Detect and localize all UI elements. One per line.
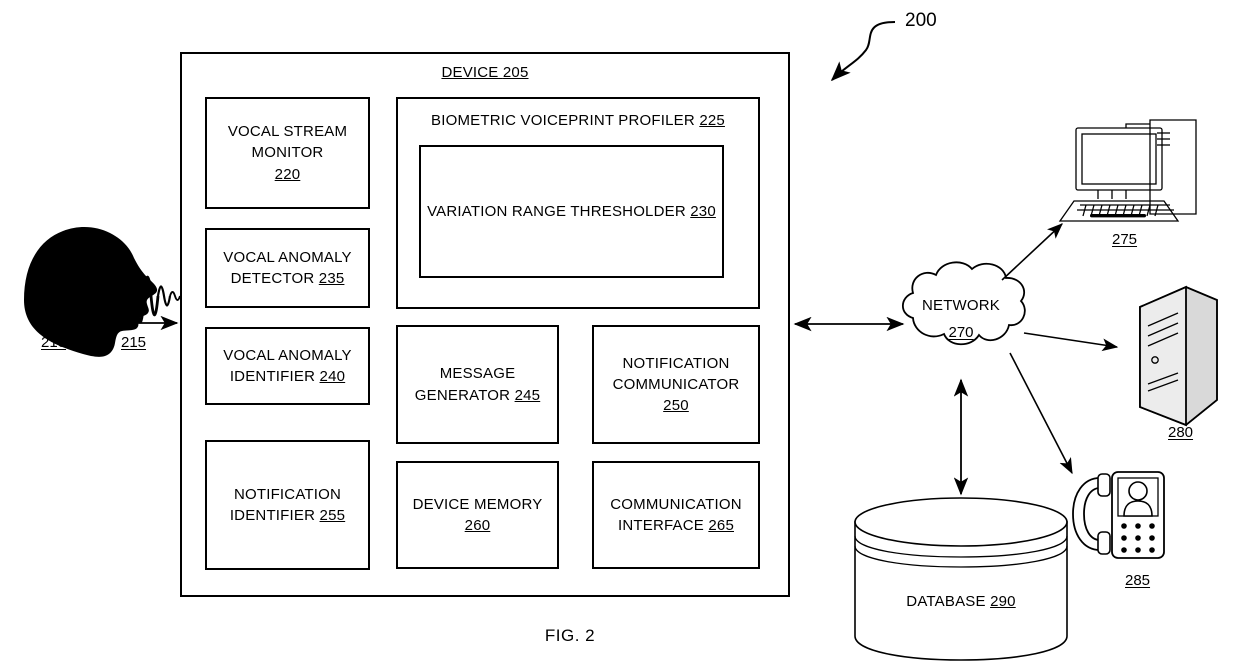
variation-range-thresholder-ref: 230 [690, 202, 716, 220]
message-generator-line-1: MESSAGE [439, 365, 516, 383]
figure-caption: FIG. 2 [544, 626, 596, 645]
network-server-arrow [1023, 332, 1119, 352]
biometric-voiceprint-profiler-ref: 225 [699, 112, 725, 129]
network-phone-arrow [1009, 352, 1073, 475]
vocal-stream-monitor-line-1: VOCAL STREAM [227, 123, 348, 141]
vocal-anomaly-detector-line-1: VOCAL ANOMALY [223, 248, 352, 266]
vocal-anomaly-detector-ref: 235 [318, 270, 345, 287]
biometric-voiceprint-profiler-title: BIOMETRIC VOICEPRINT PROFILER 225 [396, 112, 760, 129]
vocal-anomaly-detector-line-2: DETECTOR [230, 270, 315, 287]
vocal-anomaly-identifier-line-2: IDENTIFIER [229, 368, 316, 385]
communication-interface-line-2: INTERFACE [618, 517, 704, 534]
vocal-anomaly-detector-box[interactable]: VOCAL ANOMALY DETECTOR 235 [205, 228, 370, 308]
vocal-anomaly-identifier-ref: 240 [319, 368, 346, 385]
server-icon [1139, 285, 1218, 427]
notification-communicator-box[interactable]: NOTIFICATION COMMUNICATOR 250 [592, 325, 760, 444]
biometric-voiceprint-profiler-title-text: BIOMETRIC VOICEPRINT PROFILER [431, 112, 695, 129]
communication-interface-box[interactable]: COMMUNICATION INTERFACE 265 [592, 461, 760, 569]
database-label: DATABASE 290 [855, 593, 1067, 610]
vocal-anomaly-identifier-line-1: VOCAL ANOMALY [223, 346, 352, 364]
notification-identifier-line-2: IDENTIFIER [229, 507, 316, 524]
notification-identifier-ref: 255 [319, 507, 346, 524]
vocal-anomaly-identifier-box[interactable]: VOCAL ANOMALY IDENTIFIER 240 [205, 327, 370, 405]
vocal-stream-ref-215: 215 [121, 334, 147, 351]
figure-canvas: DEVICE 205 VOCAL STREAM MONITOR 220 VOCA… [0, 0, 1240, 666]
device-memory-line-1: DEVICE MEMORY [412, 495, 543, 513]
variation-range-thresholder-box[interactable]: VARIATION RANGE THRESHOLDER 230 [419, 145, 724, 278]
device-title: DEVICE 205 [180, 64, 790, 81]
message-generator-box[interactable]: MESSAGE GENERATOR 245 [396, 325, 559, 444]
device-memory-box[interactable]: DEVICE MEMORY 260 [396, 461, 559, 569]
notification-identifier-box[interactable]: NOTIFICATION IDENTIFIER 255 [205, 440, 370, 570]
variation-range-thresholder-title-text: VARIATION RANGE THRESHOLDER [427, 202, 686, 220]
network-computer-arrow [1001, 223, 1063, 281]
desktop-computer-ref-275: 275 [1112, 231, 1138, 248]
audio-waveform-icon [98, 268, 181, 324]
notification-identifier-line-1: NOTIFICATION [233, 485, 342, 503]
message-generator-ref: 245 [514, 386, 541, 404]
videophone-ref-285: 285 [1125, 572, 1151, 589]
communication-interface-ref: 265 [708, 517, 734, 534]
vocal-stream-monitor-ref: 220 [274, 165, 301, 183]
device-title-text: DEVICE [441, 64, 499, 81]
communication-interface-line-1: COMMUNICATION [610, 495, 742, 513]
message-generator-line-2: GENERATOR [414, 386, 511, 404]
device-title-ref: 205 [502, 64, 529, 81]
vocal-stream-monitor-line-2: MONITOR [251, 144, 324, 162]
notification-communicator-line-1: NOTIFICATION [622, 354, 730, 372]
database-label-text: DATABASE [906, 593, 986, 610]
notification-communicator-ref: 250 [663, 397, 689, 415]
network-label: NETWORK [900, 297, 1022, 314]
network-ref-270: 270 [948, 324, 974, 341]
system-lead-line [830, 21, 896, 82]
notification-communicator-line-2: COMMUNICATOR [612, 375, 740, 393]
vocal-stream-monitor-box[interactable]: VOCAL STREAM MONITOR 220 [205, 97, 370, 209]
videophone-icon [1072, 471, 1165, 559]
speaker-ref-210: 210 [41, 334, 67, 351]
desktop-computer-icon [1058, 119, 1197, 222]
server-ref-280: 280 [1168, 424, 1194, 441]
database-ref-290: 290 [990, 593, 1016, 610]
system-ref-200: 200 [905, 10, 937, 31]
device-memory-ref: 260 [464, 517, 491, 534]
network-label-text: NETWORK [921, 297, 1001, 314]
